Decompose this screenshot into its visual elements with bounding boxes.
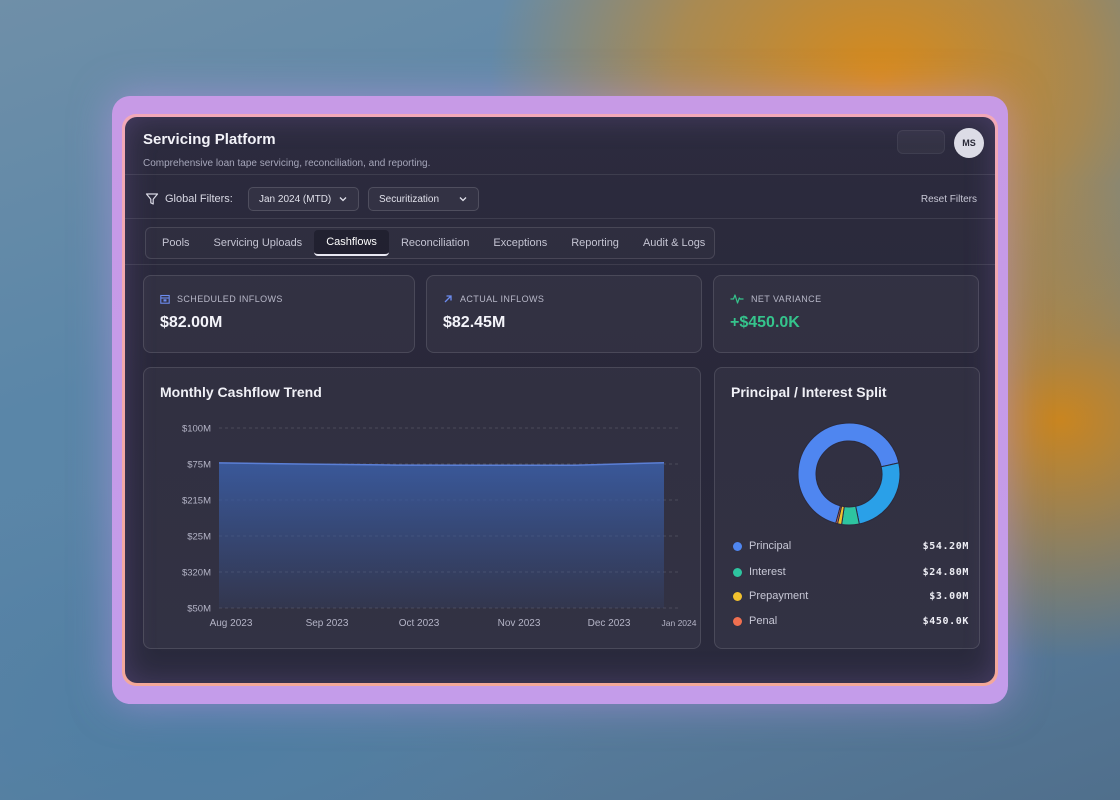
header-divider — [125, 174, 995, 175]
app-header: Servicing Platform Comprehensive loan ta… — [143, 127, 985, 177]
legend-value: $3.00M — [929, 590, 969, 602]
filter-bar: Global Filters: Jan 2024 (MTD) Securitiz… — [145, 187, 977, 211]
kpi-actual-value: $82.45M — [443, 314, 506, 331]
reset-filters-button[interactable]: Reset Filters — [921, 187, 977, 211]
header-action-placeholder[interactable] — [897, 130, 945, 154]
kpi-scheduled-value: $82.00M — [160, 314, 223, 331]
tab-servicing-uploads[interactable]: Servicing Uploads — [202, 230, 315, 256]
arrow-up-right-icon — [444, 295, 452, 303]
calendar-icon — [160, 294, 170, 304]
tabs-divider — [125, 264, 995, 265]
global-filters-text: Global Filters: — [165, 193, 233, 205]
y-tick-label: $25M — [187, 532, 211, 543]
kpi-actual-label: ACTUAL INFLOWS — [460, 294, 545, 304]
app-window: Servicing Platform Comprehensive loan ta… — [125, 117, 995, 683]
x-tick-label: Oct 2023 — [399, 618, 440, 629]
y-tick-label: $215M — [182, 496, 211, 507]
x-tick-label: Nov 2023 — [498, 618, 541, 629]
cashflow-area — [219, 462, 664, 608]
tab-pools[interactable]: Pools — [150, 230, 202, 256]
tab-reconciliation[interactable]: Reconciliation — [389, 230, 481, 256]
filter-divider — [125, 218, 995, 219]
legend-label: Principal — [749, 540, 792, 552]
legend-label: Penal — [749, 615, 778, 627]
legend-value: $450.0K — [922, 615, 969, 627]
page-subtitle: Comprehensive loan tape servicing, recon… — [143, 158, 431, 169]
cashflow-trend-chart: $100M $75M $215M $25M $320M $50M Aug 2023 Sep 2… — [182, 424, 697, 630]
y-tick-label: $320M — [182, 568, 211, 579]
page-title: Servicing Platform — [143, 131, 276, 148]
kpi-scheduled-label-row: SCHEDULED INFLOWS — [160, 294, 283, 304]
global-filters-label: Global Filters: — [145, 187, 233, 211]
legend-value: $24.80M — [922, 566, 969, 578]
chevron-down-icon — [459, 197, 467, 202]
legend-label: Interest — [749, 566, 786, 578]
chevron-down-icon — [339, 197, 347, 202]
legend-row-principal: Principal $54.20M — [733, 538, 969, 554]
cashflow-trend-panel: Monthly Cashflow Trend $100M $75M $215M $25… — [143, 367, 701, 649]
kpi-actual-label-row: ACTUAL INFLOWS — [443, 294, 544, 304]
tab-audit-logs[interactable]: Audit & Logs — [631, 230, 717, 256]
principal-swatch — [733, 541, 742, 551]
kpi-scheduled-label: SCHEDULED INFLOWS — [177, 294, 283, 304]
penal-swatch — [733, 616, 742, 626]
kpi-scheduled-inflows: SCHEDULED INFLOWS $82.00M — [143, 275, 415, 353]
x-tick-label: Dec 2023 — [588, 618, 631, 629]
period-select-value: Jan 2024 (MTD) — [259, 193, 332, 205]
legend-row-interest: Interest $24.80M — [733, 564, 969, 580]
x-tick-label: Aug 2023 — [210, 618, 253, 629]
legend-label: Prepayment — [749, 590, 809, 602]
tab-reporting[interactable]: Reporting — [559, 230, 631, 256]
x-tick-label: Sep 2023 — [306, 618, 349, 629]
tab-cashflows[interactable]: Cashflows — [314, 230, 389, 256]
window-border: Servicing Platform Comprehensive loan ta… — [122, 114, 998, 686]
x-tick-label: Jan 2024 — [662, 618, 697, 628]
legend-value: $54.20M — [922, 540, 969, 552]
kpi-variance-label-row: NET VARIANCE — [730, 294, 821, 304]
kpi-net-variance: NET VARIANCE +$450.0K — [713, 275, 979, 353]
legend-row-penal: Penal $450.0K — [733, 613, 969, 629]
y-tick-label: $50M — [187, 604, 211, 615]
y-tick-label: $100M — [182, 424, 211, 435]
avatar[interactable]: MS — [954, 128, 984, 158]
tab-exceptions[interactable]: Exceptions — [481, 230, 559, 256]
period-select[interactable]: Jan 2024 (MTD) — [248, 187, 359, 211]
pulse-icon — [730, 294, 744, 304]
y-tick-label: $75M — [187, 460, 211, 471]
filter-icon — [145, 193, 159, 205]
window-frame: Servicing Platform Comprehensive loan ta… — [112, 96, 1008, 704]
kpi-variance-label: NET VARIANCE — [751, 294, 822, 304]
kpi-actual-inflows: ACTUAL INFLOWS $82.45M — [426, 275, 702, 353]
principal-interest-donut — [797, 422, 901, 526]
segment-select[interactable]: Securitization — [368, 187, 479, 211]
prepayment-swatch — [733, 591, 742, 601]
principal-interest-panel: Principal / Interest Split Principal $54… — [714, 367, 980, 649]
kpi-variance-value: +$450.0K — [730, 314, 800, 331]
tab-bar: Pools Servicing Uploads Cashflows Reconc… — [145, 227, 715, 259]
split-title: Principal / Interest Split — [731, 384, 887, 400]
segment-select-value: Securitization — [379, 193, 440, 205]
legend-row-prepayment: Prepayment $3.00M — [733, 588, 969, 604]
interest-swatch — [733, 567, 742, 577]
interest-slice — [855, 462, 901, 525]
split-legend: Principal $54.20M Interest $24.80M Prepa… — [733, 538, 969, 638]
